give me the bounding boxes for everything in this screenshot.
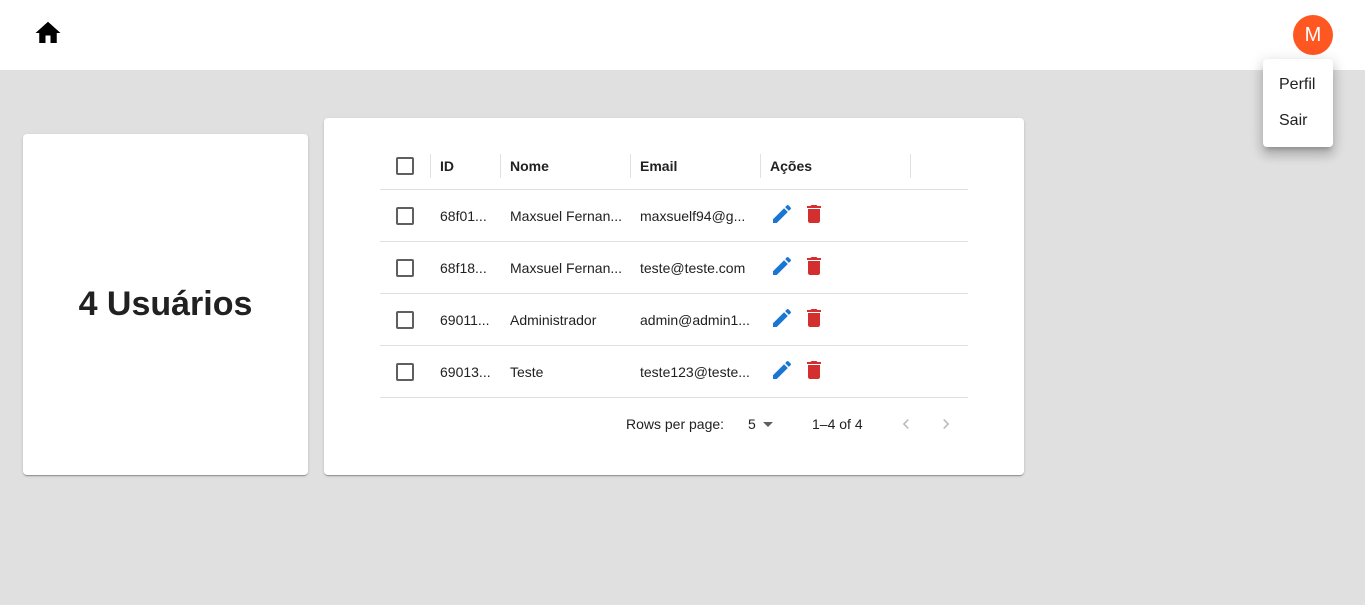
cell-name: Teste — [510, 363, 544, 380]
edit-icon — [770, 254, 794, 281]
user-count-card: 4 Usuários — [23, 134, 308, 475]
column-separator — [500, 154, 501, 178]
select-all-checkbox[interactable] — [396, 156, 414, 175]
table-row[interactable]: 68f01... Maxsuel Fernan... maxsuelf94@g.… — [380, 190, 968, 242]
column-separator — [910, 154, 911, 178]
delete-button[interactable] — [802, 256, 826, 280]
edit-icon — [770, 306, 794, 333]
table-row[interactable]: 69013... Teste teste123@teste... — [380, 346, 968, 398]
column-header-id[interactable]: ID — [440, 142, 496, 189]
rows-per-page-select[interactable]: 5 — [748, 398, 774, 450]
edit-button[interactable] — [770, 308, 794, 332]
edit-button[interactable] — [770, 256, 794, 280]
row-checkbox[interactable] — [396, 310, 414, 329]
column-header-acoes[interactable]: Ações — [770, 142, 910, 189]
delete-icon — [802, 254, 826, 281]
edit-button[interactable] — [770, 204, 794, 228]
table-row[interactable]: 69011... Administrador admin@admin1... — [380, 294, 968, 346]
delete-icon — [802, 202, 826, 229]
cell-name: Administrador — [510, 311, 597, 328]
delete-icon — [802, 306, 826, 333]
cell-email: maxsuelf94@g... — [640, 207, 746, 224]
menu-item-sair[interactable]: Sair — [1263, 103, 1333, 139]
users-table-card: ID Nome Email Ações 68f01... Maxsuel Fer… — [324, 118, 1024, 475]
users-data-grid: ID Nome Email Ações 68f01... Maxsuel Fer… — [380, 142, 968, 432]
table-row[interactable]: 68f18... Maxsuel Fernan... teste@teste.c… — [380, 242, 968, 294]
user-count-text: 4 Usuários — [78, 285, 253, 323]
delete-icon — [802, 358, 826, 385]
column-header-nome[interactable]: Nome — [510, 142, 624, 189]
cell-name: Maxsuel Fernan... — [510, 207, 623, 224]
edit-icon — [770, 358, 794, 385]
pagination-range: 1–4 of 4 — [812, 416, 863, 432]
column-header-email[interactable]: Email — [640, 142, 754, 189]
cell-id: 69013... — [440, 363, 491, 380]
rows-per-page-value: 5 — [748, 416, 756, 432]
home-icon — [33, 18, 63, 53]
next-page-button[interactable] — [934, 398, 958, 450]
menu-item-perfil[interactable]: Perfil — [1263, 67, 1333, 103]
column-separator — [760, 154, 761, 178]
table-pagination: Rows per page: 5 1–4 of 4 — [380, 398, 968, 450]
column-separator — [430, 154, 431, 178]
cell-email: teste@teste.com — [640, 259, 746, 276]
caret-down-icon — [762, 418, 774, 430]
table-header-row: ID Nome Email Ações — [380, 142, 968, 190]
previous-page-button[interactable] — [894, 398, 918, 450]
avatar[interactable]: M — [1293, 15, 1333, 55]
top-app-bar: M — [0, 0, 1365, 70]
cell-name: Maxsuel Fernan... — [510, 259, 623, 276]
cell-email: teste123@teste... — [640, 363, 750, 380]
home-button[interactable] — [30, 19, 66, 51]
row-checkbox[interactable] — [396, 258, 414, 277]
delete-button[interactable] — [802, 204, 826, 228]
cell-email: admin@admin1... — [640, 311, 750, 328]
row-checkbox[interactable] — [396, 206, 414, 225]
cell-id: 68f01... — [440, 207, 487, 224]
chevron-right-icon — [936, 414, 956, 434]
edit-icon — [770, 202, 794, 229]
edit-button[interactable] — [770, 360, 794, 384]
column-separator — [630, 154, 631, 178]
cell-id: 68f18... — [440, 259, 487, 276]
chevron-left-icon — [896, 414, 916, 434]
user-menu: Perfil Sair — [1263, 59, 1333, 147]
rows-per-page-label: Rows per page: — [626, 416, 725, 432]
cell-id: 69011... — [440, 311, 490, 328]
row-checkbox[interactable] — [396, 362, 414, 381]
delete-button[interactable] — [802, 308, 826, 332]
delete-button[interactable] — [802, 360, 826, 384]
